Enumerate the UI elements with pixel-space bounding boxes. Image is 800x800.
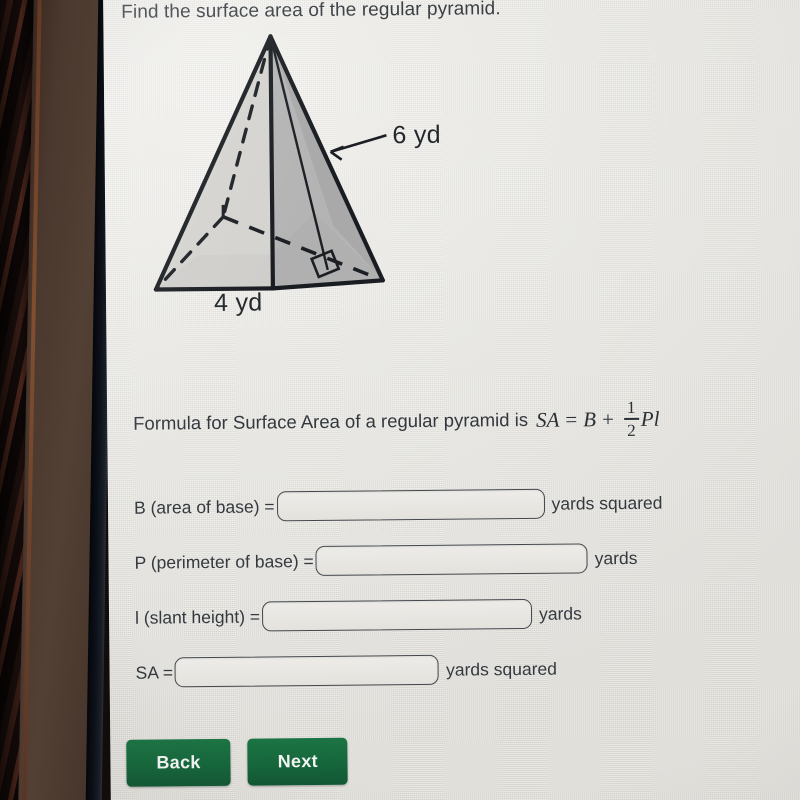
formula-line: Formula for Surface Area of a regular py… <box>133 397 660 444</box>
base-edge-label: 4 yd <box>213 288 263 317</box>
pyramid-svg <box>153 34 387 292</box>
label-area-of-base: B (area of base) = <box>133 495 275 518</box>
screenshot-root: Find the surface area of the regular pyr… <box>0 0 800 800</box>
formula-equals: = <box>565 406 578 432</box>
question-prompt: Find the surface area of the regular pyr… <box>121 0 501 23</box>
input-surface-area[interactable] <box>174 654 440 688</box>
field-row-area-of-base: B (area of base) = yards squared <box>134 479 794 529</box>
formula-fraction: 1 2 <box>623 397 639 440</box>
formula-pl: Pl <box>640 406 660 431</box>
field-row-slant-height: l (slant height) = yards <box>135 589 795 639</box>
input-area-of-base[interactable] <box>276 488 545 522</box>
unit-area-of-base: yards squared <box>551 492 663 514</box>
navigation-buttons: Back Next <box>126 737 349 787</box>
worksheet-content: Find the surface area of the regular pyr… <box>103 0 800 800</box>
field-row-surface-area: SA = yards squared <box>135 644 795 694</box>
formula-plus: + <box>601 406 614 431</box>
next-button[interactable]: Next <box>247 737 349 786</box>
slant-height-label: 6 yd <box>392 120 442 150</box>
input-perimeter-of-base[interactable] <box>315 543 588 576</box>
back-button[interactable]: Back <box>126 738 231 787</box>
edge-apex-front <box>268 34 276 291</box>
fraction-numerator: 1 <box>626 397 636 417</box>
label-surface-area: SA = <box>135 661 174 683</box>
field-row-perimeter-of-base: P (perimeter of base) = yards <box>134 534 794 584</box>
pyramid-figure: 6 yd 4 yd <box>133 25 466 328</box>
answer-fields: B (area of base) = yards squared P (peri… <box>134 479 796 705</box>
formula-text: Formula for Surface Area of a regular py… <box>133 408 529 434</box>
formula-b: B <box>583 406 597 431</box>
fraction-bar <box>623 417 639 421</box>
fraction-denominator: 2 <box>627 420 636 440</box>
label-slant-height: l (slant height) = <box>134 606 261 628</box>
screen-surface: Find the surface area of the regular pyr… <box>103 0 800 800</box>
label-perimeter-of-base: P (perimeter of base) = <box>134 550 314 573</box>
unit-perimeter-of-base: yards <box>594 547 638 568</box>
formula-expression: SA = B + 1 2 Pl <box>535 397 660 440</box>
unit-slant-height: yards <box>538 602 582 624</box>
input-slant-height[interactable] <box>261 598 533 632</box>
unit-surface-area: yards squared <box>445 658 558 680</box>
formula-sa: SA <box>535 407 560 432</box>
slant-height-arrow <box>329 134 387 161</box>
